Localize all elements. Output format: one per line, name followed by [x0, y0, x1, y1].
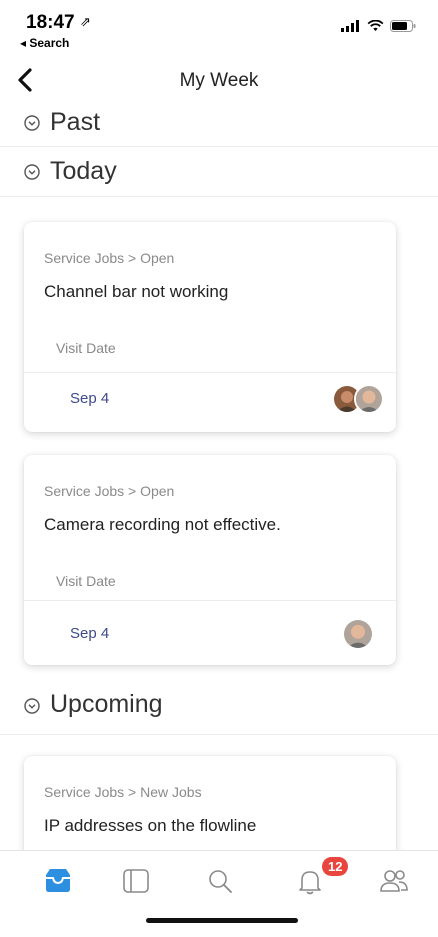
- visit-date-label: Visit Date: [56, 340, 116, 356]
- people-icon[interactable]: [374, 861, 414, 901]
- job-breadcrumb: Service Jobs > Open: [44, 250, 175, 266]
- page-title: My Week: [179, 70, 259, 91]
- nav-bar: My Week: [0, 58, 438, 104]
- system-icons: [341, 20, 416, 32]
- avatar: [354, 384, 384, 414]
- back-to-search-link[interactable]: ◂ Search: [20, 36, 69, 50]
- job-card[interactable]: Service Jobs > Open Channel bar not work…: [24, 222, 396, 432]
- person-avatar-icon: [356, 386, 382, 412]
- home-indicator[interactable]: [146, 918, 298, 923]
- chevron-down-icon: [24, 115, 40, 131]
- job-title: IP addresses on the flowline: [44, 816, 257, 835]
- notification-badge: 12: [322, 857, 349, 876]
- job-card[interactable]: Service Jobs > Open Camera recording not…: [24, 455, 396, 665]
- battery-icon: [390, 20, 416, 32]
- section-today-label: Today: [50, 157, 117, 185]
- job-breadcrumb: Service Jobs > New Jobs: [44, 784, 202, 800]
- signal-icon: [341, 20, 359, 32]
- card-divider: [24, 372, 396, 373]
- job-title: Channel bar not working: [44, 282, 229, 301]
- status-time: 18:47: [26, 12, 75, 33]
- card-divider: [24, 600, 396, 601]
- visit-date-value: Sep 4: [70, 625, 110, 642]
- status-bar: 18:47 ⇗ ◂ Search: [0, 0, 438, 60]
- section-past[interactable]: Past: [0, 104, 438, 147]
- job-title: Camera recording not effective.: [44, 515, 281, 534]
- sidebar-icon[interactable]: [116, 861, 156, 901]
- job-breadcrumb: Service Jobs > Open: [44, 483, 175, 499]
- section-past-label: Past: [50, 108, 101, 136]
- person-avatar-icon: [344, 620, 372, 648]
- location-icon: ⇗: [80, 14, 91, 29]
- avatar: [342, 618, 374, 650]
- section-upcoming[interactable]: Upcoming: [0, 680, 438, 735]
- visit-date-label: Visit Date: [56, 573, 116, 589]
- section-upcoming-label: Upcoming: [50, 690, 163, 718]
- inbox-icon[interactable]: [38, 861, 78, 901]
- tab-bar: 12: [0, 850, 438, 937]
- visit-date-value: Sep 4: [70, 390, 110, 407]
- chevron-down-icon: [24, 164, 40, 180]
- chevron-down-icon: [24, 698, 40, 714]
- search-icon[interactable]: [200, 861, 240, 901]
- wifi-icon: [367, 20, 384, 31]
- section-today[interactable]: Today: [0, 146, 438, 197]
